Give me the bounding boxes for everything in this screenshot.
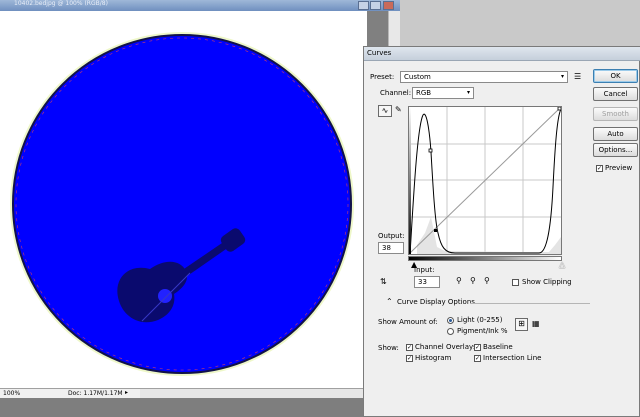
- input-field[interactable]: 33: [414, 276, 440, 288]
- workspace-background: [0, 398, 400, 417]
- minimize-icon[interactable]: [358, 1, 369, 10]
- pigment-radio[interactable]: [447, 328, 454, 335]
- light-radio[interactable]: [447, 317, 454, 324]
- curve-point-tool-icon[interactable]: ∿: [378, 105, 392, 117]
- curves-dialog: Curves Preset: Custom ▾ ☰ OK Cancel Smoo…: [363, 46, 640, 417]
- show-label: Show:: [378, 344, 399, 352]
- options-button[interactable]: Options...: [593, 143, 638, 157]
- show-amount-label: Show Amount of:: [378, 318, 438, 326]
- expand-collapse-icon[interactable]: ⌃: [386, 298, 393, 306]
- maximize-icon[interactable]: [370, 1, 381, 10]
- input-label: Input:: [414, 266, 435, 274]
- white-point-slider-icon[interactable]: △: [559, 261, 565, 269]
- divider: [470, 303, 590, 304]
- close-icon[interactable]: [383, 1, 394, 10]
- image-canvas[interactable]: [0, 11, 367, 388]
- preset-options-icon[interactable]: ☰: [574, 73, 581, 81]
- smooth-button[interactable]: Smooth: [593, 107, 638, 121]
- preset-select[interactable]: Custom ▾: [400, 71, 568, 83]
- output-field[interactable]: 38: [378, 242, 404, 254]
- doc-size: Doc: 1.17M/1.17M: [68, 390, 123, 397]
- pigment-option-label: Pigment/Ink %: [457, 327, 508, 335]
- grid-detailed-icon[interactable]: ▦: [532, 320, 540, 328]
- guitar-soundhole: [158, 289, 172, 303]
- curves-title-bar[interactable]: Curves: [364, 47, 640, 61]
- intersection-line-label: Intersection Line: [483, 354, 542, 362]
- intersection-line-checkbox[interactable]: ✓: [474, 355, 481, 362]
- curves-graph-svg: [405, 106, 562, 255]
- preview-label: Preview: [605, 164, 633, 172]
- status-menu-arrow-icon[interactable]: ▸: [125, 389, 128, 396]
- document-window: 10402.bedjpg @ 100% (RGB/8) 100% Doc: 1.…: [0, 0, 400, 417]
- output-label: Output:: [378, 232, 405, 240]
- curve-point[interactable]: [557, 106, 562, 111]
- auto-button[interactable]: Auto: [593, 127, 638, 141]
- grid-simple-icon[interactable]: ⊞: [515, 318, 528, 331]
- histogram-checkbox[interactable]: ✓: [406, 355, 413, 362]
- document-title: 10402.bedjpg @ 100% (RGB/8): [14, 0, 108, 7]
- on-image-adjust-icon[interactable]: ⇅: [380, 278, 387, 286]
- chevron-down-icon: ▾: [466, 89, 470, 96]
- preset-value: Custom: [404, 73, 431, 81]
- preset-label: Preset:: [370, 73, 395, 81]
- channel-select[interactable]: RGB ▾: [412, 87, 474, 99]
- black-eyedropper-icon[interactable]: ⚲: [456, 277, 462, 285]
- curve-display-options-label: Curve Display Options: [397, 298, 475, 306]
- horizontal-scrollbar[interactable]: [140, 388, 388, 398]
- pencil-icon[interactable]: ✎: [395, 106, 402, 114]
- canvas-artwork: [0, 11, 367, 388]
- channel-label: Channel:: [380, 89, 412, 97]
- histogram-label: Histogram: [415, 354, 452, 362]
- show-clipping-checkbox[interactable]: [512, 279, 519, 286]
- ok-button[interactable]: OK: [593, 69, 638, 83]
- baseline-checkbox[interactable]: ✓: [474, 344, 481, 351]
- gray-eyedropper-icon[interactable]: ⚲: [470, 277, 476, 285]
- baseline-label: Baseline: [483, 343, 513, 351]
- white-eyedropper-icon[interactable]: ⚲: [484, 277, 490, 285]
- light-option-label: Light (0-255): [457, 316, 503, 324]
- channel-overlays-checkbox[interactable]: ✓: [406, 344, 413, 351]
- blue-disc: [12, 34, 352, 374]
- curves-graph[interactable]: [405, 106, 562, 255]
- output-gradient-bar: [405, 107, 411, 254]
- preview-checkbox[interactable]: ✓: [596, 165, 603, 172]
- curve-point[interactable]: [428, 148, 433, 153]
- cancel-button[interactable]: Cancel: [593, 87, 638, 101]
- channel-overlays-label: Channel Overlays: [415, 343, 477, 351]
- chevron-down-icon: ▾: [560, 73, 564, 80]
- show-clipping-label: Show Clipping: [522, 278, 572, 286]
- channel-value: RGB: [416, 89, 432, 97]
- zoom-level[interactable]: 100%: [3, 390, 20, 397]
- input-gradient-bar: [408, 256, 562, 261]
- document-title-bar[interactable]: 10402.bedjpg @ 100% (RGB/8): [0, 0, 400, 11]
- curve-point-selected[interactable]: [434, 229, 437, 232]
- curves-title: Curves: [367, 49, 392, 57]
